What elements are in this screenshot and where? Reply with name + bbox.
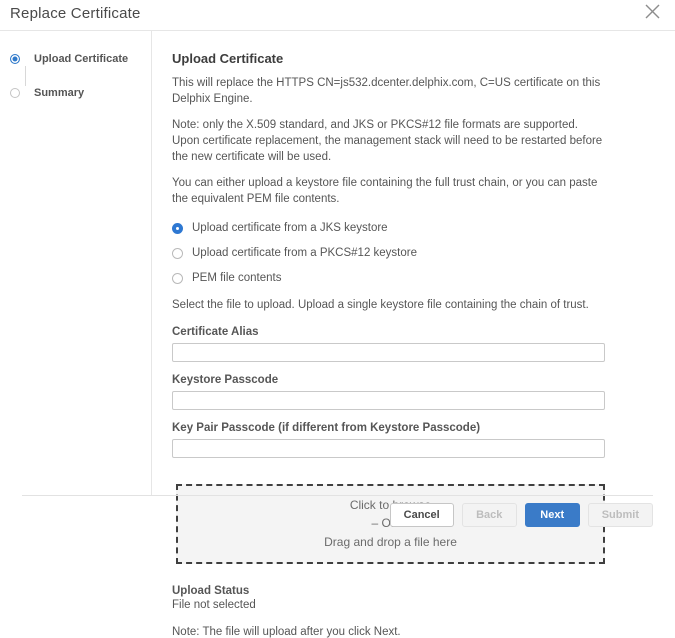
upload-instruction-text: You can either upload a keystore file co… [172, 175, 605, 208]
keystore-passcode-label: Keystore Passcode [172, 374, 605, 386]
cancel-button[interactable]: Cancel [390, 503, 454, 527]
wizard-stepper: Upload Certificate Summary [0, 31, 152, 495]
step-active-dot-icon [10, 54, 20, 64]
keystore-passcode-field-block: Keystore Passcode [172, 374, 605, 410]
stepper-item-summary[interactable]: Summary [10, 87, 151, 99]
submit-button[interactable]: Submit [588, 503, 653, 527]
next-note-text: Note: The file will upload after you cli… [172, 626, 605, 638]
step-label: Summary [34, 87, 84, 99]
replace-certificate-dialog: Replace Certificate Upload Certificate S… [0, 0, 675, 532]
radio-label: Upload certificate from a JKS keystore [192, 222, 388, 234]
stepper-connector [25, 66, 26, 86]
certificate-alias-field-block: Certificate Alias [172, 326, 605, 362]
radio-label: Upload certificate from a PKCS#12 keysto… [192, 247, 417, 259]
certificate-alias-input[interactable] [172, 343, 605, 362]
back-button[interactable]: Back [462, 503, 517, 527]
keystore-passcode-input[interactable] [172, 391, 605, 410]
radio-jks-keystore[interactable]: Upload certificate from a JKS keystore [172, 222, 605, 234]
content-heading: Upload Certificate [172, 51, 605, 66]
dialog-footer: Cancel Back Next Submit [22, 495, 653, 532]
radio-pkcs12-keystore[interactable]: Upload certificate from a PKCS#12 keysto… [172, 247, 605, 259]
intro-text: This will replace the HTTPS CN=js532.dce… [172, 75, 605, 108]
radio-label: PEM file contents [192, 272, 281, 284]
stepper-item-upload-certificate[interactable]: Upload Certificate [10, 53, 151, 65]
keypair-passcode-label: Key Pair Passcode (if different from Key… [172, 422, 605, 434]
certificate-source-radio-group: Upload certificate from a JKS keystore U… [172, 222, 605, 284]
certificate-alias-label: Certificate Alias [172, 326, 605, 338]
radio-pem-contents[interactable]: PEM file contents [172, 272, 605, 284]
upload-status-block: Upload Status File not selected [172, 585, 605, 611]
step-pending-dot-icon [10, 88, 20, 98]
dropzone-drag-text: Drag and drop a file here [324, 533, 457, 552]
radio-selected-icon [172, 223, 183, 234]
keypair-passcode-input[interactable] [172, 439, 605, 458]
step-label: Upload Certificate [34, 53, 128, 65]
step-content: Upload Certificate This will replace the… [152, 31, 675, 495]
radio-unselected-icon [172, 248, 183, 259]
upload-status-label: Upload Status [172, 585, 605, 597]
close-icon[interactable] [644, 3, 661, 20]
radio-unselected-icon [172, 273, 183, 284]
file-select-instruction: Select the file to upload. Upload a sing… [172, 297, 605, 313]
format-note-text: Note: only the X.509 standard, and JKS o… [172, 117, 605, 166]
upload-status-value: File not selected [172, 599, 605, 611]
dialog-body: Upload Certificate Summary Upload Certif… [0, 31, 675, 495]
dialog-header: Replace Certificate [0, 0, 675, 31]
next-button[interactable]: Next [525, 503, 580, 527]
keypair-passcode-field-block: Key Pair Passcode (if different from Key… [172, 422, 605, 458]
dialog-title: Replace Certificate [10, 5, 141, 22]
